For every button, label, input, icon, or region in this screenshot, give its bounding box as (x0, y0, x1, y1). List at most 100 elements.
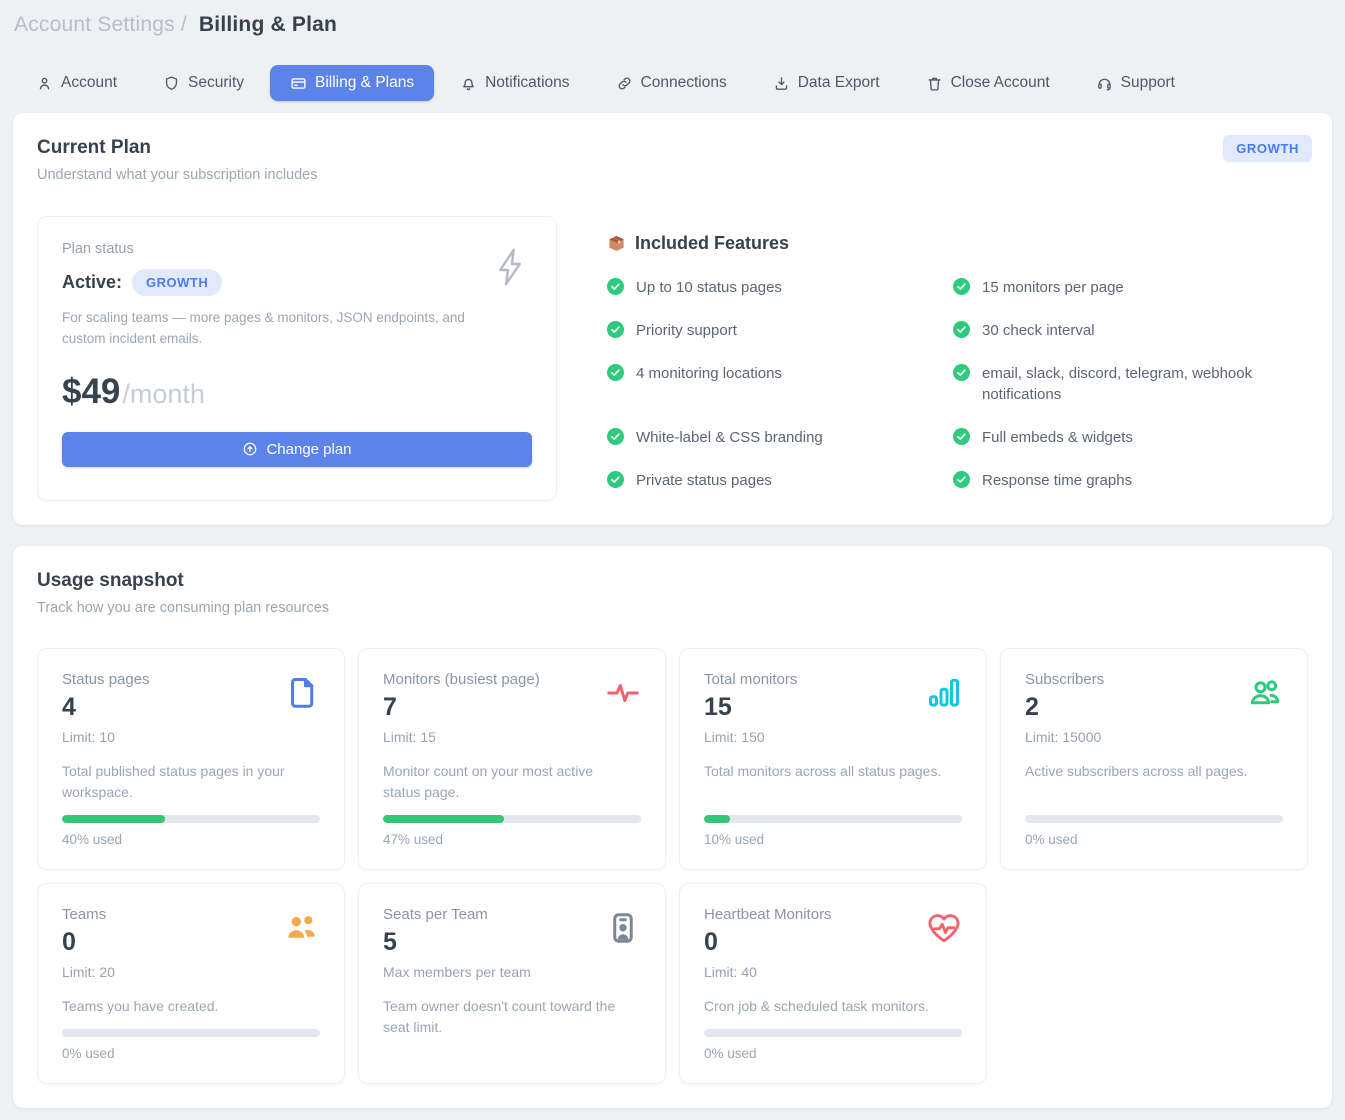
card-title: Subscribers (1025, 671, 1104, 688)
tab-label: Billing & Plans (315, 74, 414, 92)
tab-data-export[interactable]: Data Export (773, 74, 880, 92)
card-limit: Limit: 150 (704, 729, 797, 745)
usage-title: Usage snapshot (37, 570, 1308, 592)
card-top: Teams 0 Limit: 20 (62, 906, 320, 980)
card-value: 5 (383, 928, 531, 957)
card-value: 2 (1025, 693, 1104, 722)
usage-snapshot-section: Usage snapshot Track how you are consumi… (13, 546, 1332, 1108)
current-plan-title: Current Plan (37, 137, 1308, 159)
pulse-icon (605, 675, 641, 711)
card-description: Team owner doesn't count toward the seat… (383, 996, 641, 1061)
change-plan-button[interactable]: Change plan (62, 432, 532, 467)
progress-fill (704, 815, 730, 823)
progress-track (704, 815, 962, 823)
lightning-icon (492, 245, 528, 289)
card-limit: Limit: 15000 (1025, 729, 1104, 745)
breadcrumb-page: Billing & Plan (199, 13, 337, 36)
progress-fill (383, 815, 504, 823)
card-description: Cron job & scheduled task monitors. (704, 996, 962, 1017)
file-icon (284, 675, 320, 711)
tab-billing-plans[interactable]: Billing & Plans (270, 65, 434, 101)
card-description: Total published status pages in your wor… (62, 761, 320, 803)
card-value: 0 (704, 928, 832, 957)
headset-icon (1096, 75, 1113, 92)
check-circle-icon (953, 278, 970, 295)
tab-label: Connections (641, 74, 727, 92)
progress-track (62, 815, 320, 823)
percent-used-label: 0% used (62, 1046, 320, 1061)
plan-status-value: Active: (62, 272, 122, 293)
tab-connections[interactable]: Connections (616, 74, 727, 92)
usage-card-subscribers: Subscribers 2 Limit: 15000 Active subscr… (1000, 648, 1308, 870)
card-top: Subscribers 2 Limit: 15000 (1025, 671, 1283, 745)
feature-label: email, slack, discord, telegram, webhook… (982, 363, 1278, 407)
feature-label: Response time graphs (982, 470, 1132, 492)
plan-row: Plan status Active: GROWTH For scaling t… (37, 216, 1308, 501)
feature-item: 30 check interval (953, 320, 1278, 342)
progress-track (704, 1029, 962, 1037)
trash-icon (926, 75, 943, 92)
features-title: Included Features (635, 233, 789, 254)
card-title: Status pages (62, 671, 150, 688)
change-plan-label: Change plan (266, 441, 351, 458)
card-top: Heartbeat Monitors 0 Limit: 40 (704, 906, 962, 980)
tab-security[interactable]: Security (163, 74, 244, 92)
usage-card-total-monitors: Total monitors 15 Limit: 150 Total monit… (679, 648, 987, 870)
card-limit: Limit: 20 (62, 964, 115, 980)
tab-label: Notifications (485, 74, 569, 92)
current-plan-section: Current Plan Understand what your subscr… (13, 113, 1332, 525)
card-description: Active subscribers across all pages. (1025, 761, 1283, 803)
progress-fill (62, 815, 165, 823)
plan-price: $49 (62, 372, 120, 412)
check-circle-icon (607, 278, 624, 295)
tab-label: Security (188, 74, 244, 92)
current-plan-subtitle: Understand what your subscription includ… (37, 167, 1308, 183)
tab-label: Close Account (951, 74, 1050, 92)
card-title: Monitors (busiest page) (383, 671, 540, 688)
feature-item: Full embeds & widgets (953, 427, 1278, 449)
card-title: Heartbeat Monitors (704, 906, 832, 923)
id-badge-icon (605, 910, 641, 946)
card-description: Total monitors across all status pages. (704, 761, 962, 803)
card-top: Total monitors 15 Limit: 150 (704, 671, 962, 745)
card-title: Teams (62, 906, 115, 923)
bell-icon (460, 75, 477, 92)
feature-label: Full embeds & widgets (982, 427, 1133, 449)
included-features: Included Features Up to 10 status pages … (607, 216, 1308, 492)
check-circle-icon (953, 364, 970, 381)
card-value: 7 (383, 693, 540, 722)
usage-card-status-pages: Status pages 4 Limit: 10 Total published… (37, 648, 345, 870)
tab-account[interactable]: Account (36, 74, 117, 92)
plan-price-row: $49 /month (62, 372, 532, 412)
card-description: Teams you have created. (62, 996, 320, 1017)
feature-label: Up to 10 status pages (636, 277, 782, 299)
check-circle-icon (607, 321, 624, 338)
card-top: Monitors (busiest page) 7 Limit: 15 (383, 671, 641, 745)
card-limit: Max members per team (383, 964, 531, 980)
tab-notifications[interactable]: Notifications (460, 74, 569, 92)
tab-label: Support (1121, 74, 1175, 92)
feature-label: 30 check interval (982, 320, 1095, 342)
check-circle-icon (607, 364, 624, 381)
feature-label: 4 monitoring locations (636, 363, 782, 385)
tab-support[interactable]: Support (1096, 74, 1175, 92)
progress-track (1025, 815, 1283, 823)
check-circle-icon (607, 471, 624, 488)
tab-label: Data Export (798, 74, 880, 92)
usage-card-teams: Teams 0 Limit: 20 Teams you have created… (37, 883, 345, 1084)
plan-description: For scaling teams — more pages & monitor… (62, 308, 472, 350)
card-value: 4 (62, 693, 150, 722)
plan-badge: GROWTH (132, 269, 222, 296)
settings-tab-bar: Account Security Billing & Plans Notific… (36, 74, 1345, 92)
check-circle-icon (953, 428, 970, 445)
percent-used-label: 47% used (383, 832, 641, 847)
percent-used-label: 0% used (704, 1046, 962, 1061)
card-title: Total monitors (704, 671, 797, 688)
tab-close-account[interactable]: Close Account (926, 74, 1050, 92)
bar-chart-icon (926, 675, 962, 711)
download-icon (773, 75, 790, 92)
percent-used-label: 40% used (62, 832, 320, 847)
feature-label: 15 monitors per page (982, 277, 1124, 299)
heart-pulse-icon (926, 910, 962, 946)
feature-label: Private status pages (636, 470, 772, 492)
